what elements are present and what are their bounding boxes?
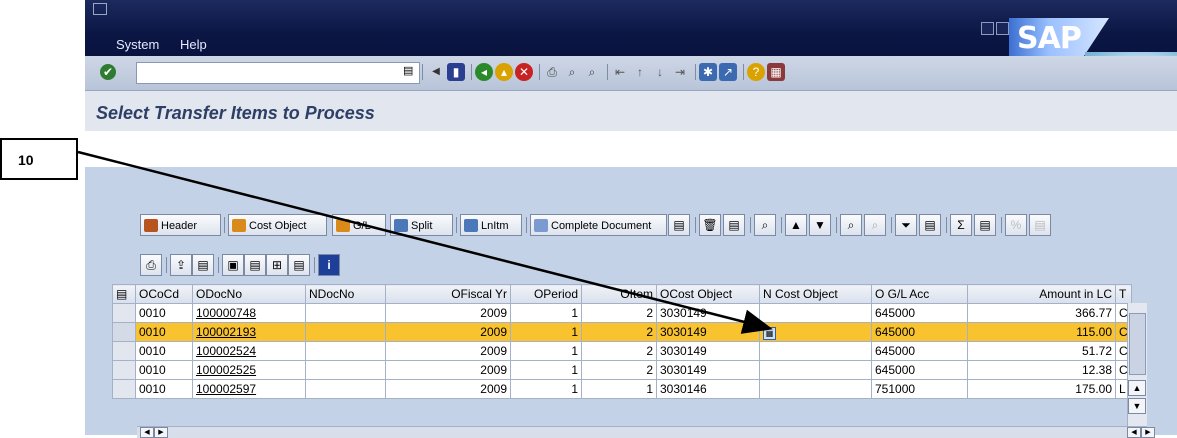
callout-arrow: [77, 150, 773, 334]
